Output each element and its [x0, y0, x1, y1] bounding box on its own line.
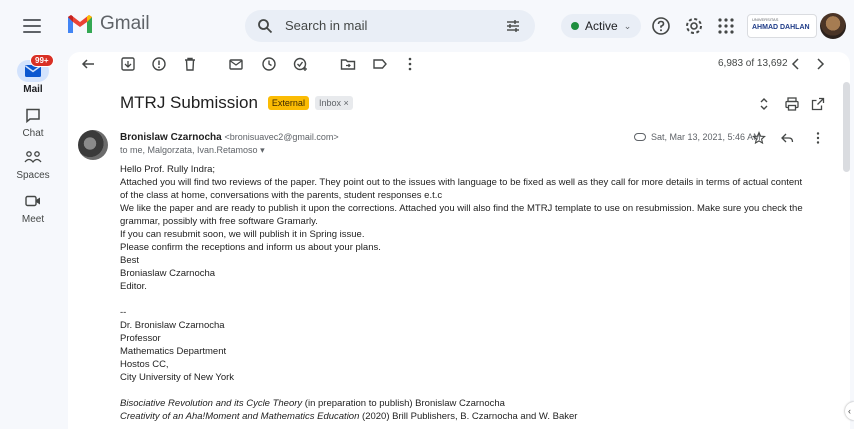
status-label: Active — [585, 19, 618, 33]
label-tag-icon[interactable] — [372, 56, 388, 72]
reference-title: Creativity of an Aha!Moment and Mathemat… — [120, 411, 360, 422]
top-bar: Gmail Search in mail Active ⌄ UNIVERSITA… — [0, 0, 854, 52]
main-menu-icon[interactable] — [22, 16, 42, 36]
org-line-2: AHMAD DAHLAN — [752, 24, 810, 31]
mark-unread-icon[interactable] — [228, 56, 244, 72]
signature-line: Professor — [120, 333, 161, 344]
search-input[interactable]: Search in mail — [285, 18, 367, 33]
settings-gear-icon[interactable] — [684, 16, 704, 36]
sender-line: Bronislaw Czarnocha <bronisuavec2@gmail.… — [120, 132, 339, 143]
scrollbar-thumb[interactable] — [843, 82, 850, 172]
signature-line: -- — [120, 307, 127, 318]
app-name: Gmail — [100, 13, 150, 34]
message-more-icon[interactable] — [811, 131, 825, 145]
reference-details: (2020) Brill Publishers, B. Czarnocha an… — [359, 411, 578, 422]
snooze-clock-icon[interactable] — [261, 56, 277, 72]
more-options-icon[interactable] — [402, 56, 418, 72]
email-subject: MTRJ Submission — [120, 93, 258, 112]
body-line: Broniaslaw Czarnocha — [120, 268, 216, 279]
rail-item-meet[interactable]: Meet — [0, 190, 66, 225]
organization-logo[interactable]: UNIVERSITAS AHMAD DAHLAN — [747, 14, 817, 38]
sender-avatar[interactable] — [78, 130, 108, 160]
rail-label-chat: Chat — [22, 128, 44, 139]
status-dot-icon — [571, 22, 579, 30]
email-body: Hello Prof. Rully Indra; Attached you wi… — [120, 163, 830, 423]
move-to-folder-icon[interactable] — [340, 56, 356, 72]
reference-details: (in preparation to publish) Bronislaw Cz… — [302, 398, 505, 409]
date-text: Sat, Mar 13, 2021, 5:46 AM — [651, 132, 761, 142]
reference-line: Bisociative Revolution and its Cycle The… — [120, 397, 830, 410]
signature-line: Dr. Bronislaw Czarnocha — [120, 320, 225, 331]
body-line: of the class at home, conversations with… — [120, 190, 443, 201]
archive-icon[interactable] — [120, 56, 136, 72]
rail-item-spaces[interactable]: Spaces — [0, 146, 66, 181]
older-chevron-right-icon[interactable] — [812, 56, 828, 72]
left-rail: 99+ Mail Chat Spaces Meet — [0, 52, 66, 429]
newer-chevron-left-icon[interactable] — [788, 56, 804, 72]
body-line: grammar, possibly with free software Gra… — [120, 216, 318, 227]
sender-name[interactable]: Bronislaw Czarnocha — [120, 132, 222, 143]
status-dropdown[interactable]: Active ⌄ — [561, 14, 642, 38]
reference-title: Bisociative Revolution and its Cycle The… — [120, 398, 303, 409]
account-avatar[interactable] — [820, 13, 846, 39]
external-label: External — [267, 96, 309, 110]
back-arrow-icon[interactable] — [80, 56, 96, 72]
reply-icon[interactable] — [780, 131, 794, 145]
message-date: Sat, Mar 13, 2021, 5:46 AM — [634, 132, 761, 142]
body-line: Best — [120, 255, 140, 266]
sender-email: <bronisuavec2@gmail.com> — [224, 132, 339, 142]
body-line: If you can resubmit soon, we will publis… — [120, 229, 365, 240]
gmail-m-icon — [68, 15, 92, 33]
print-icon[interactable] — [784, 96, 800, 112]
spaces-icon — [17, 146, 49, 168]
body-line: Attached you will find two reviews of th… — [120, 177, 803, 188]
message-counter: 6,983 of 13,692 — [718, 58, 788, 69]
body-line: Please confirm the receptions and inform… — [120, 242, 381, 253]
body-line: Hello Prof. Rully Indra; — [120, 164, 216, 175]
signature-line: City University of New York — [120, 372, 235, 383]
rail-label-mail: Mail — [23, 84, 43, 95]
chevron-down-icon: ⌄ — [623, 20, 632, 31]
search-options-icon[interactable] — [505, 18, 521, 34]
add-to-tasks-icon[interactable] — [293, 56, 309, 72]
signature-line: Mathematics Department — [120, 346, 227, 357]
message-panel: 6,983 of 13,692 MTRJ Submission External… — [68, 52, 850, 429]
reference-line: Creativity of an Aha!Moment and Mathemat… — [120, 410, 830, 423]
help-icon[interactable] — [651, 16, 671, 36]
body-line: We like the paper and are ready to publi… — [120, 203, 803, 214]
inbox-label[interactable]: Inbox × — [314, 96, 353, 110]
message-toolbar: 6,983 of 13,692 — [68, 52, 850, 76]
rail-item-chat[interactable]: Chat — [0, 104, 66, 139]
report-spam-icon[interactable] — [151, 56, 167, 72]
body-line: Editor. — [120, 281, 147, 292]
delete-trash-icon[interactable] — [182, 56, 198, 72]
meet-icon — [17, 190, 49, 212]
search-icon[interactable] — [257, 18, 273, 34]
email-subject-row: MTRJ Submission External Inbox × — [120, 93, 353, 113]
gmail-logo[interactable]: Gmail — [66, 13, 150, 35]
signature-line: Hostos CC, — [120, 359, 169, 370]
search-bar[interactable]: Search in mail — [245, 10, 535, 42]
open-new-window-icon[interactable] — [810, 96, 826, 112]
expand-all-icon[interactable] — [756, 96, 772, 112]
unread-badge: 99+ — [30, 54, 54, 67]
star-icon[interactable] — [752, 131, 766, 145]
recipients-toggle[interactable]: to me, Malgorzata, Ivan.Retamoso ▾ — [120, 145, 265, 156]
attachment-icon — [634, 133, 646, 141]
rail-item-mail[interactable]: 99+ Mail — [0, 54, 66, 95]
rail-label-meet: Meet — [21, 214, 45, 225]
chat-icon — [17, 104, 49, 126]
apps-grid-icon[interactable] — [716, 16, 736, 36]
rail-label-spaces: Spaces — [16, 170, 50, 181]
